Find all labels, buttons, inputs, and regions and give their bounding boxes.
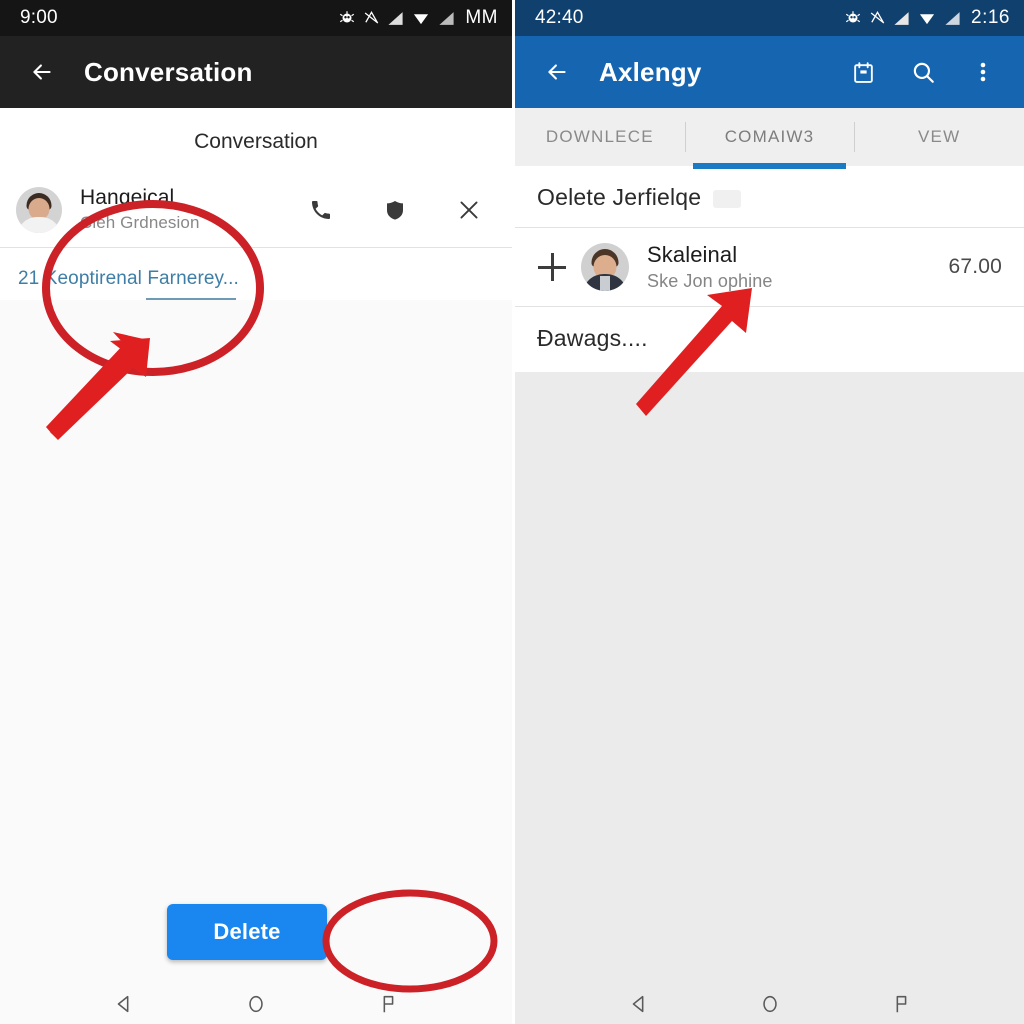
list-item-subtitle: Ske Jon ophine [647,271,773,292]
home-circle-icon[interactable] [239,990,273,1018]
wifi-icon [917,10,937,27]
link-row[interactable]: 21 Keoptirenal Farnerey... [0,248,512,301]
section-header: Oelete Jerfielqe [515,166,1024,227]
recents-flag-icon[interactable] [371,990,405,1018]
location-off-icon [363,9,380,27]
close-icon[interactable] [454,195,484,225]
tab-vew[interactable]: VEW [854,108,1024,166]
status-icon-group: MM [338,7,498,29]
signal-bars-icon [893,10,910,27]
dual-screenshot-container: 9:00 MM Conversation Conversation Hangei… [0,0,1024,1024]
recents-flag-icon[interactable] [884,990,918,1018]
section-header-label: Oelete Jerfielqe [537,184,702,210]
list-item-texts: Skaleinal Ske Jon ophine [647,242,773,292]
status-right-label: 2:16 [971,7,1010,28]
page-title: Axlengy [599,56,702,87]
section-subtitle: Conversation [0,108,512,180]
overflow-menu-icon[interactable] [966,55,1000,89]
shield-icon[interactable] [380,195,410,225]
wifi-icon [411,10,431,27]
avatar [581,243,629,292]
status-clock: 42:40 [535,7,584,28]
list-item-title: Skaleinal [647,242,738,267]
page-title: Conversation [84,56,253,87]
search-icon[interactable] [906,55,940,89]
placeholder-chip [713,189,742,208]
right-content-fill [515,372,1024,984]
conversation-row[interactable]: Hangeical Cleh Grdnesion [0,180,512,248]
phone-icon[interactable] [306,195,336,225]
status-icon-group: 2:16 [844,7,1010,29]
status-clock: 9:00 [20,7,58,28]
contact-name: Hangeical [80,186,175,209]
signal-bars-icon [387,10,404,27]
avatar [16,186,62,233]
plus-icon[interactable] [535,250,569,284]
status-right-label: MM [465,7,498,28]
right-phone-screen: 42:40 2:16 Axlengy DOWNLECE COMAIW3 VEW … [512,0,1024,1024]
footer-text: Ðawags.... [515,307,1024,373]
location-off-icon [869,9,886,27]
contact-subtitle: Cleh Grdnesion [80,213,200,233]
bug-icon [844,9,862,27]
back-triangle-icon[interactable] [107,990,141,1018]
calendar-icon[interactable] [846,55,880,89]
signal-bars-2-icon [438,10,455,27]
right-content-section: Oelete Jerfielqe Skaleinal Ske Jon ophin… [515,166,1024,373]
tab-downlece[interactable]: DOWNLECE [515,108,685,166]
right-status-bar: 42:40 2:16 [515,0,1024,36]
home-circle-icon[interactable] [753,990,787,1018]
signal-bars-2-icon [944,10,961,27]
list-item[interactable]: Skaleinal Ske Jon ophine 67.00 [515,228,1024,307]
app-bar-actions [846,55,1008,89]
back-arrow-icon[interactable] [22,52,62,92]
right-system-nav-bar [515,984,1024,1024]
back-arrow-icon[interactable] [537,52,577,92]
delete-button[interactable]: Delete [167,904,327,960]
delete-button-container: Delete [0,904,512,984]
left-content-fill [0,300,512,904]
left-phone-screen: 9:00 MM Conversation Conversation Hangei… [0,0,512,1024]
left-system-nav-bar [0,984,512,1024]
conversation-link[interactable]: 21 Keoptirenal Farnerey... [18,268,239,290]
bug-icon [338,9,356,27]
list-item-amount: 67.00 [948,255,1002,279]
right-app-bar: Axlengy [515,36,1024,108]
back-triangle-icon[interactable] [622,990,656,1018]
tab-bar: DOWNLECE COMAIW3 VEW [515,108,1024,169]
left-app-bar: Conversation [0,36,512,108]
tab-comaiw3[interactable]: COMAIW3 [684,108,855,169]
left-status-bar: 9:00 MM [0,0,512,36]
conversation-actions [306,195,490,225]
conversation-texts: Hangeical Cleh Grdnesion [80,186,200,233]
